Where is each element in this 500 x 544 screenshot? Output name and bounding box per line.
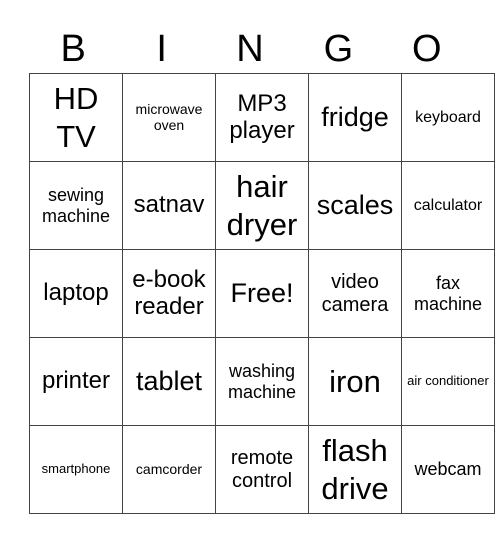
bingo-cell[interactable]: air conditioner	[401, 337, 495, 426]
header-letter-b: B	[60, 28, 86, 70]
grid-row: HD TV microwave oven MP3 player fridge k…	[29, 73, 495, 162]
bingo-cell[interactable]: MP3 player	[215, 73, 309, 162]
grid-row: sewing machine satnav hair dryer scales …	[29, 161, 495, 250]
bingo-cell[interactable]: remote control	[215, 425, 309, 514]
bingo-cell[interactable]: keyboard	[401, 73, 495, 162]
bingo-cell[interactable]: fax machine	[401, 249, 495, 338]
header-letter-o: O	[412, 28, 442, 70]
bingo-cell[interactable]: microwave oven	[122, 73, 216, 162]
bingo-cell[interactable]: laptop	[29, 249, 123, 338]
bingo-cell[interactable]: fridge	[308, 73, 402, 162]
bingo-cell[interactable]: webcam	[401, 425, 495, 514]
bingo-cell[interactable]: calculator	[401, 161, 495, 250]
header-letter-i: I	[156, 28, 167, 70]
grid-row: printer tablet washing machine iron air …	[29, 337, 495, 426]
bingo-cell[interactable]: sewing machine	[29, 161, 123, 250]
bingo-cell[interactable]: iron	[308, 337, 402, 426]
grid-row: laptop e-book reader Free! video camera …	[29, 249, 495, 338]
bingo-cell[interactable]: camcorder	[122, 425, 216, 514]
bingo-cell[interactable]: e-book reader	[122, 249, 216, 338]
bingo-cell[interactable]: flash drive	[308, 425, 402, 514]
bingo-cell[interactable]: satnav	[122, 161, 216, 250]
bingo-cell[interactable]: tablet	[122, 337, 216, 426]
bingo-cell[interactable]: hair dryer	[215, 161, 309, 250]
grid-row: smartphone camcorder remote control flas…	[29, 425, 495, 514]
bingo-cell[interactable]: scales	[308, 161, 402, 250]
bingo-cell[interactable]: washing machine	[215, 337, 309, 426]
bingo-header: B I N G O	[29, 26, 471, 72]
free-space-cell[interactable]: Free!	[215, 249, 309, 338]
header-letter-n: N	[236, 28, 264, 70]
bingo-cell[interactable]: smartphone	[29, 425, 123, 514]
header-letter-g: G	[323, 28, 354, 70]
bingo-cell[interactable]: printer	[29, 337, 123, 426]
bingo-cell[interactable]: HD TV	[29, 73, 123, 162]
bingo-grid: HD TV microwave oven MP3 player fridge k…	[29, 73, 495, 514]
bingo-cell[interactable]: video camera	[308, 249, 402, 338]
